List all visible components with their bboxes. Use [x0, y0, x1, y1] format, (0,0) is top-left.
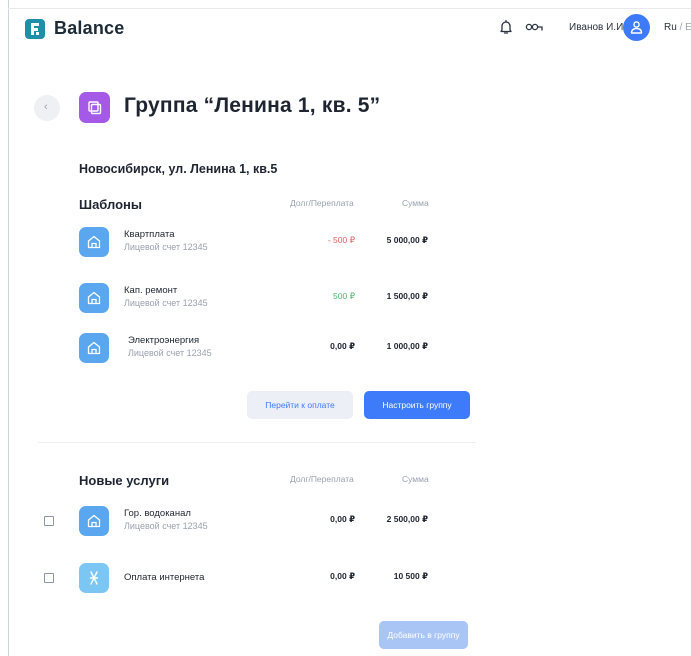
sum-value: 1 500,00 ₽ — [386, 291, 428, 301]
debt-column-header: Долг/Переплата — [290, 474, 354, 484]
bell-icon[interactable] — [497, 18, 515, 36]
debt-column-header: Долг/Переплата — [290, 198, 354, 208]
house-icon — [79, 333, 109, 363]
keys-icon[interactable] — [524, 18, 543, 36]
new-services-title: Новые услуги — [79, 473, 170, 488]
sum-value: 2 500,00 ₽ — [386, 514, 428, 524]
debt-value: 0,00 ₽ — [330, 514, 355, 524]
select-checkbox[interactable] — [44, 516, 54, 526]
select-checkbox[interactable] — [44, 573, 54, 583]
template-row[interactable]: Электроэнергия Лицевой счет 12345 0,00 ₽… — [0, 333, 691, 373]
address: Новосибирск, ул. Ленина 1, кв.5 — [79, 162, 278, 176]
debt-value: - 500 ₽ — [327, 235, 355, 245]
language-switcher[interactable]: Ru / En — [664, 22, 691, 33]
setup-group-button[interactable]: Настроить группу — [364, 391, 470, 419]
page-title: Группа “Ленина 1, кв. 5” — [124, 94, 381, 117]
service-name: Квартплата — [124, 229, 175, 240]
account-number: Лицевой счет 12345 — [124, 242, 208, 252]
templates-title: Шаблоны — [79, 197, 142, 212]
logo-icon — [25, 19, 45, 39]
template-row[interactable]: Кап. ремонт Лицевой счет 12345 500 ₽ 1 5… — [0, 283, 691, 323]
house-icon — [79, 283, 109, 313]
lang-ru[interactable]: Ru — [664, 22, 677, 33]
service-row[interactable]: Оплата интернета 0,00 ₽ 10 500 ₽ — [0, 563, 691, 603]
user-icon — [630, 21, 643, 34]
app-name: Balance — [54, 18, 125, 38]
sum-value: 10 500 ₽ — [393, 571, 428, 581]
section-divider — [38, 442, 476, 443]
sum-value: 1 000,00 ₽ — [386, 341, 428, 351]
debt-value: 0,00 ₽ — [330, 341, 355, 351]
service-name: Кап. ремонт — [124, 285, 178, 296]
avatar[interactable] — [623, 14, 650, 41]
lang-separator: / — [676, 22, 686, 33]
house-icon — [79, 227, 109, 257]
service-name: Гор. водоканал — [124, 508, 191, 519]
internet-icon — [79, 563, 109, 593]
back-button[interactable]: ‹ — [34, 95, 60, 121]
lang-en[interactable]: En — [685, 22, 691, 33]
sum-column-header: Сумма — [402, 198, 429, 208]
debt-value: 0,00 ₽ — [330, 571, 355, 581]
chevron-left-icon: ‹ — [44, 101, 48, 113]
user-name[interactable]: Иванов И.И. — [569, 22, 626, 33]
service-row[interactable]: Гор. водоканал Лицевой счет 12345 0,00 ₽… — [0, 506, 691, 546]
group-icon — [79, 92, 110, 123]
add-to-group-button[interactable]: Добавить в группу — [379, 621, 468, 649]
debt-value: 500 ₽ — [333, 291, 355, 301]
app-header: Balance Иванов И.И. Ru / En — [0, 0, 691, 60]
sum-column-header: Сумма — [402, 474, 429, 484]
service-name: Оплата интернета — [124, 572, 205, 583]
account-number: Лицевой счет 12345 — [124, 298, 208, 308]
window-border — [8, 0, 9, 656]
pay-button[interactable]: Перейти к оплате — [247, 391, 353, 419]
house-icon — [79, 506, 109, 536]
service-name: Электроэнергия — [128, 335, 200, 346]
sum-value: 5 000,00 ₽ — [386, 235, 428, 245]
account-number: Лицевой счет 12345 — [128, 348, 212, 358]
account-number: Лицевой счет 12345 — [124, 521, 208, 531]
template-row[interactable]: Квартплата Лицевой счет 12345 - 500 ₽ 5 … — [0, 227, 691, 267]
